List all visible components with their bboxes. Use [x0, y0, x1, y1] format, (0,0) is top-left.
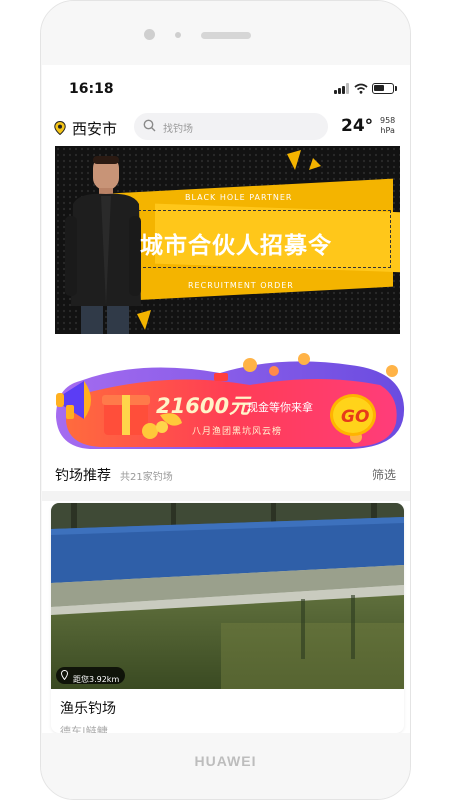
distance-badge: 距您3.92km: [56, 667, 126, 684]
fishing-ranking-promo-banner[interactable]: 21600元 现金等你来拿 八月渔团黑坑风云榜 GO: [50, 351, 407, 453]
filter-button[interactable]: 筛选: [372, 466, 396, 483]
top-header: 西安市 找钓场 24° 958 hPa: [42, 111, 410, 145]
proximity-sensor: [175, 32, 181, 38]
section-count: 共21家钓场: [120, 472, 173, 483]
location-pin-icon: [61, 670, 68, 680]
city-selector[interactable]: 西安市: [72, 118, 117, 139]
weather-pressure: 958 hPa: [380, 116, 395, 136]
phone-bottom-bezel: HUAWEI: [41, 733, 410, 799]
promo-cash-text: 现金等你来拿: [247, 401, 313, 414]
signal-icon: [334, 83, 350, 94]
battery-icon: [372, 83, 394, 94]
promo-amount: 21600元: [156, 394, 251, 418]
earpiece-speaker: [201, 32, 251, 39]
phone-top-bezel: [41, 1, 410, 65]
pressure-unit: hPa: [380, 126, 395, 135]
fishing-spot-card[interactable]: 距您3.92km 渔乐钓场 德车|鲢鳙: [51, 503, 404, 733]
status-time: 16:18: [69, 81, 114, 97]
front-camera: [144, 29, 155, 40]
megaphone-icon: [56, 381, 91, 419]
banner-title: 城市合伙人招募令: [140, 233, 332, 259]
search-placeholder: 找钓场: [163, 124, 193, 135]
section-divider: [42, 491, 410, 501]
banner-subtitle-top: BLACK HOLE PARTNER: [185, 193, 293, 202]
search-icon: [143, 119, 156, 132]
weather-temperature[interactable]: 24°: [341, 116, 373, 136]
location-pin-icon[interactable]: [54, 121, 66, 135]
go-label: GO: [341, 407, 370, 427]
fishing-spot-name: 渔乐钓场: [60, 701, 116, 717]
promo-subtitle: 八月渔团黑坑风云榜: [192, 427, 283, 437]
pressure-value: 958: [380, 116, 396, 125]
banner-subtitle-bottom: RECRUITMENT ORDER: [188, 281, 294, 290]
device-brand: HUAWEI: [194, 753, 257, 769]
partner-recruitment-banner[interactable]: BLACK HOLE PARTNER 城市合伙人招募令 RECRUITMENT …: [55, 146, 400, 334]
search-bar[interactable]: 找钓场: [134, 113, 328, 140]
app-screen: 16:18 西安市 找钓场 24° 958 hPa BLACK HOLE PAR…: [42, 65, 410, 733]
section-title: 钓场推荐: [55, 468, 111, 484]
fishing-spot-tags: 德车|鲢鳙: [60, 725, 108, 733]
promo-go-button[interactable]: GO: [330, 394, 376, 436]
section-header: 钓场推荐 共21家钓场 筛选: [42, 463, 410, 487]
spokesperson-photo: [65, 156, 141, 334]
distance-text: 距您3.92km: [73, 675, 120, 684]
status-bar: 16:18: [42, 65, 410, 111]
phone-frame: 16:18 西安市 找钓场 24° 958 hPa BLACK HOLE PAR…: [40, 0, 411, 800]
fishing-spot-photo: [51, 503, 404, 689]
wifi-icon: [354, 83, 368, 94]
